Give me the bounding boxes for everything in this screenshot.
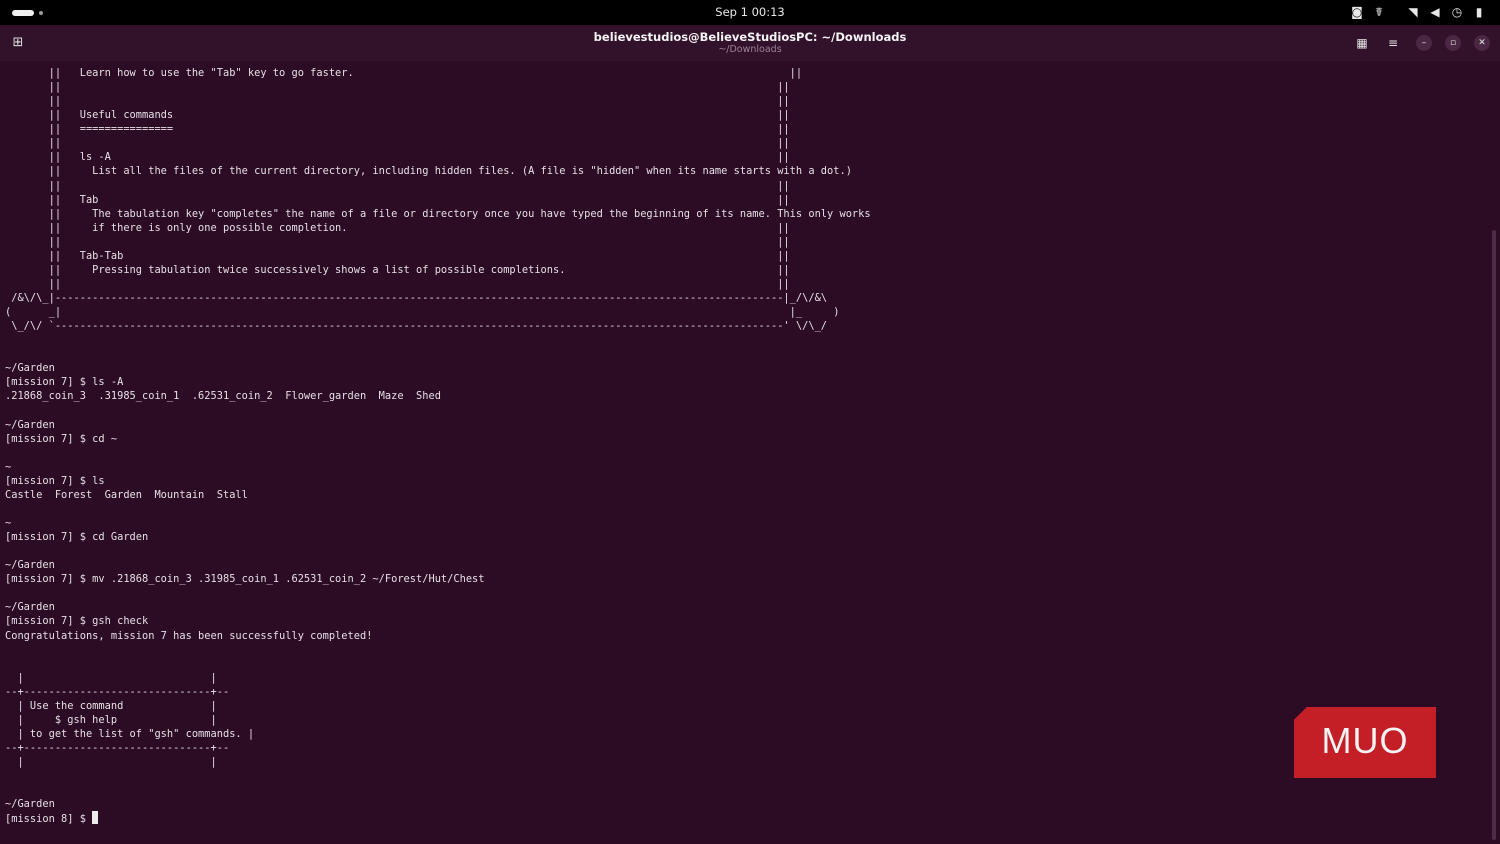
terminal-prompt: [mission 8] $ (5, 813, 93, 826)
power-profile-icon[interactable]: ◷ (1446, 4, 1468, 21)
maximize-icon[interactable]: ▫ (1445, 35, 1461, 51)
minimize-icon[interactable]: – (1416, 35, 1432, 51)
view-tabs-icon[interactable]: ▦ (1353, 34, 1371, 52)
terminal-output[interactable]: || Learn how to use the "Tab" key to go … (5, 66, 1485, 844)
help-box: | | --+------------------------------+--… (5, 671, 255, 811)
battery-icon[interactable]: ▮ (1468, 4, 1490, 21)
system-top-bar: Sep 1 00:13 ◙ ☤ ◥ ◀ ◷ ▮ (0, 0, 1500, 25)
terminal-scrollbar[interactable] (1492, 230, 1496, 840)
close-icon[interactable]: ✕ (1474, 35, 1490, 51)
success-message: Congratulations, mission 7 has been succ… (5, 629, 373, 642)
text-cursor (92, 811, 99, 825)
clock[interactable]: Sep 1 00:13 (0, 5, 1500, 19)
terminal-prompt-line[interactable]: [mission 8] $ (5, 811, 1485, 826)
volume-icon[interactable]: ◀ (1424, 4, 1446, 21)
watermark-text: MUO (1321, 720, 1409, 761)
screen-record-icon[interactable]: ◙ (1346, 4, 1368, 21)
system-tray[interactable]: ◙ ☤ ◥ ◀ ◷ ▮ (1346, 4, 1490, 21)
window-title: believestudios@BelieveStudiosPC: ~/Downl… (593, 30, 907, 44)
terminal-header-bar: ⊞ believestudios@BelieveStudiosPC: ~/Dow… (0, 25, 1500, 61)
muo-watermark-logo: MUO (1294, 707, 1436, 778)
terminal-history: || Learn how to use the "Tab" key to go … (5, 67, 871, 628)
wifi-icon[interactable]: ◥ (1402, 4, 1424, 21)
accessibility-icon[interactable]: ☤ (1368, 4, 1390, 21)
window-subtitle: ~/Downloads (718, 44, 782, 55)
menu-icon[interactable]: ≡ (1384, 34, 1402, 52)
